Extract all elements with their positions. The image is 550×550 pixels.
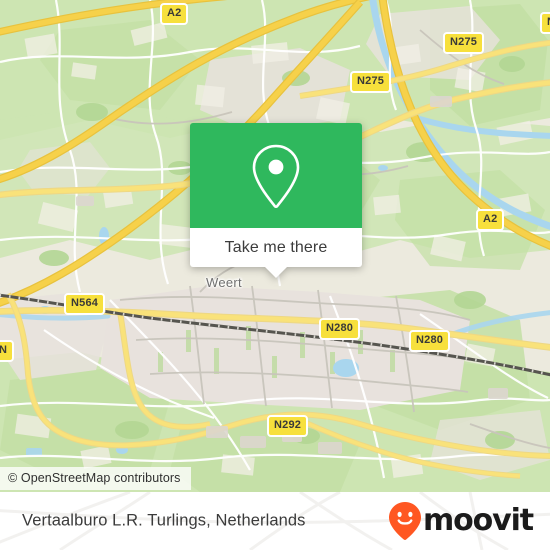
road-shield-a2-north[interactable]: A2: [160, 3, 189, 25]
map-canvas[interactable]: Weert A2 N275 N N275 A2 N564 N N280 N280…: [0, 0, 550, 492]
take-me-there-label: Take me there: [224, 238, 328, 256]
popup-header: [190, 123, 362, 228]
road-shield-n564[interactable]: N564: [64, 293, 106, 315]
road-shield-n280-east[interactable]: N280: [409, 330, 451, 352]
road-shield-partial-right-edge[interactable]: N: [540, 12, 550, 34]
moovit-wordmark: moovit: [422, 503, 534, 538]
footer-bar: Vertaalburo L.R. Turlings, Netherlands m…: [0, 492, 550, 550]
moovit-smiley-pin-icon: [388, 502, 421, 540]
road-shield-n275-northeast[interactable]: N275: [443, 32, 485, 54]
road-shield-partial-left-edge[interactable]: N: [0, 340, 15, 362]
moovit-logo[interactable]: moovit: [388, 501, 534, 541]
osm-attribution[interactable]: © OpenStreetMap contributors: [0, 467, 191, 490]
road-shield-n275-center[interactable]: N275: [350, 71, 392, 93]
map-pin-icon: [252, 144, 300, 208]
popup-tail-pointer: [265, 267, 287, 278]
popup-footer[interactable]: Take me there: [190, 228, 362, 267]
road-shield-n292[interactable]: N292: [267, 415, 309, 437]
location-popup-card[interactable]: Take me there: [190, 123, 362, 278]
moovit-map-screenshot: Weert A2 N275 N N275 A2 N564 N N280 N280…: [0, 0, 550, 550]
location-title: Vertaalburo L.R. Turlings, Netherlands: [22, 511, 306, 530]
road-shield-a2-east[interactable]: A2: [476, 209, 505, 231]
road-shield-n280-west[interactable]: N280: [319, 318, 361, 340]
